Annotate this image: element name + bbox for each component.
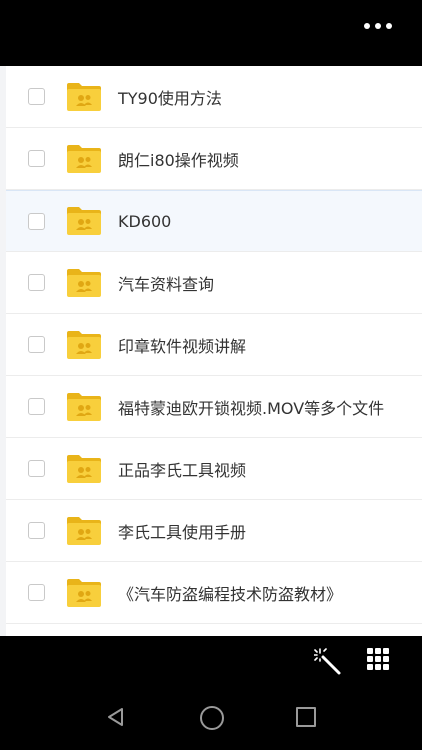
list-item[interactable]: 印章软件视频讲解 bbox=[6, 314, 422, 376]
file-name: 福特蒙迪欧开锁视频.MOV等多个文件 bbox=[118, 398, 385, 418]
grid-menu-icon[interactable] bbox=[367, 648, 391, 672]
shared-folder-icon bbox=[67, 82, 101, 111]
file-name: 正品李氏工具视频 bbox=[118, 460, 247, 480]
shared-folder-icon bbox=[67, 516, 101, 545]
shared-folder-icon bbox=[67, 268, 101, 297]
list-item[interactable]: 朗仁i80操作视频 bbox=[6, 128, 422, 190]
file-name: TY90使用方法 bbox=[118, 88, 222, 108]
file-name: 李氏工具使用手册 bbox=[118, 522, 247, 542]
select-checkbox[interactable] bbox=[28, 336, 45, 353]
select-checkbox[interactable] bbox=[28, 88, 45, 105]
file-name: 朗仁i80操作视频 bbox=[118, 150, 239, 170]
bottom-toolbar bbox=[0, 636, 422, 690]
shared-folder-icon bbox=[67, 578, 101, 607]
select-checkbox[interactable] bbox=[28, 584, 45, 601]
select-checkbox[interactable] bbox=[28, 522, 45, 539]
select-checkbox[interactable] bbox=[28, 212, 45, 230]
shared-folder-icon bbox=[67, 207, 101, 235]
system-nav-bar bbox=[0, 690, 422, 750]
file-name: 《汽车防盗编程技术防盗教材》 bbox=[118, 584, 343, 604]
select-checkbox[interactable] bbox=[28, 274, 45, 291]
home-icon[interactable] bbox=[200, 706, 224, 730]
more-options-icon[interactable] bbox=[364, 19, 392, 33]
shared-folder-icon bbox=[67, 330, 101, 359]
list-item[interactable]: 汽车资料查询 bbox=[6, 252, 422, 314]
recent-apps-icon[interactable] bbox=[296, 707, 316, 727]
list-item[interactable]: 李氏工具使用手册 bbox=[6, 500, 422, 562]
file-name: 印章软件视频讲解 bbox=[118, 336, 247, 356]
shared-folder-icon bbox=[67, 392, 101, 421]
file-name: 汽车资料查询 bbox=[118, 274, 215, 294]
list-item[interactable]: TY90使用方法 bbox=[6, 66, 422, 128]
file-list: TY90使用方法 朗仁i80操作视频 KD600 汽车资料查询 印章软件视频讲解… bbox=[0, 66, 422, 636]
shared-folder-icon bbox=[67, 144, 101, 173]
select-checkbox[interactable] bbox=[28, 460, 45, 477]
list-item[interactable]: 福特蒙迪欧开锁视频.MOV等多个文件 bbox=[6, 376, 422, 438]
file-name: KD600 bbox=[118, 211, 172, 231]
list-item[interactable]: 《汽车防盗编程技术防盗教材》 bbox=[6, 562, 422, 624]
select-checkbox[interactable] bbox=[28, 398, 45, 415]
top-bar bbox=[0, 0, 422, 66]
list-item[interactable]: KD600 bbox=[6, 190, 422, 252]
shared-folder-icon bbox=[67, 454, 101, 483]
select-checkbox[interactable] bbox=[28, 150, 45, 167]
back-icon[interactable] bbox=[104, 705, 128, 729]
list-item[interactable]: 正品李氏工具视频 bbox=[6, 438, 422, 500]
magic-wand-icon[interactable] bbox=[314, 648, 342, 676]
